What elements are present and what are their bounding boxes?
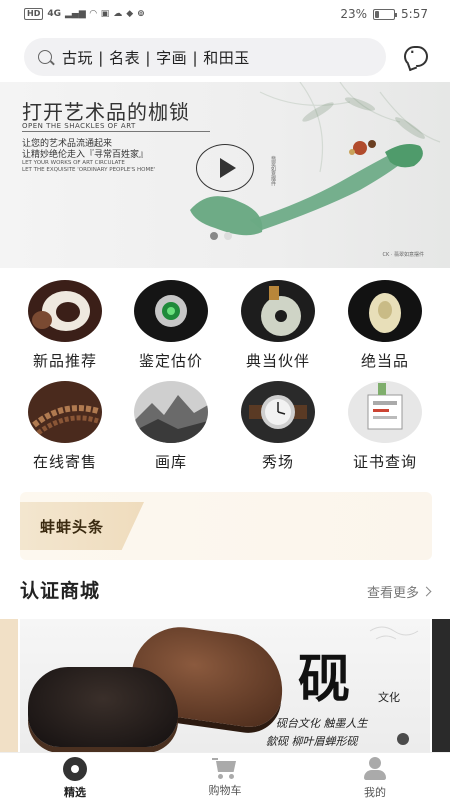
tab-label: 我的	[364, 786, 386, 799]
user-icon	[363, 757, 387, 781]
inkstone-image	[28, 667, 178, 747]
battery-percent: 23%	[340, 7, 368, 21]
category-pawn-partner[interactable]: 典当伙伴	[230, 280, 326, 371]
category-label: 证书查询	[352, 453, 417, 471]
banner-line-en-2: LET THE EXQUISITE 'ORDINARY PEOPLE'S HOM…	[22, 167, 156, 173]
product-banner[interactable]: 砚 文化 砚台文化 触墨人生 歙砚 柳叶眉蝉形砚	[0, 619, 450, 752]
status-left: HD 4G ▂▄▆ ◠ ▣ ☁ ◆ ⊚	[24, 8, 145, 20]
category-label: 鉴定估价	[138, 352, 203, 370]
category-label: 绝当品	[360, 352, 409, 370]
banner-divider	[22, 131, 210, 132]
headline-strip[interactable]: 蚌蚌头条	[20, 492, 432, 560]
home-icon	[63, 757, 87, 781]
category-appraisal[interactable]: 鉴定估价	[123, 280, 219, 371]
category-label: 典当伙伴	[245, 352, 310, 370]
tab-cart[interactable]: 购物车	[150, 753, 300, 800]
category-new-arrivals[interactable]: 新品推荐	[17, 280, 113, 371]
jade-disc-icon	[241, 280, 315, 342]
mall-section-title: 认证商城	[20, 580, 101, 602]
battery-icon	[373, 8, 398, 20]
signal-icon: ▂▄▆	[65, 9, 86, 19]
bracelet-icon	[28, 280, 102, 342]
banner-line-en-1: LET YOUR WORKS OF ART CIRCULATE	[22, 160, 125, 166]
watch-icon	[241, 381, 315, 443]
search-input[interactable]: 古玩 | 名表 | 字画 | 和田玉	[24, 38, 386, 76]
carousel-dot[interactable]	[210, 232, 218, 240]
see-more-link[interactable]: 查看更多	[366, 582, 432, 601]
category-label: 画库	[154, 453, 187, 471]
network-indicator: 4G	[47, 9, 61, 19]
ring-icon	[134, 280, 208, 342]
notification-icon: ▣	[100, 9, 110, 19]
banner-subtitle-en: OPEN THE SHACKLES OF ART	[22, 122, 136, 130]
category-gallery[interactable]: 画库	[123, 381, 219, 472]
category-consignment[interactable]: 在线寄售	[17, 381, 113, 472]
product-slogan-1: 砚台文化 触墨人生	[276, 717, 368, 730]
banner-title: 打开艺术品的枷锁	[22, 100, 190, 124]
settings-icon: ⊚	[137, 9, 145, 19]
clock: 5:57	[401, 7, 428, 21]
banner-caption: CK · 翡翠如意摆件	[382, 252, 424, 258]
message-icon[interactable]	[404, 45, 428, 73]
carousel-dot[interactable]	[224, 232, 232, 240]
tab-profile[interactable]: 我的	[300, 753, 450, 800]
banner-vertical-text: 翡翠如意摆件	[270, 156, 276, 186]
certificate-icon	[348, 381, 422, 443]
category-showroom[interactable]: 秀场	[230, 381, 326, 472]
product-banner-main: 砚 文化 砚台文化 触墨人生 歙砚 柳叶眉蝉形砚	[20, 619, 430, 752]
cloud-icon: ☁	[113, 9, 123, 19]
category-label: 在线寄售	[32, 453, 97, 471]
search-row: 古玩 | 名表 | 字画 | 和田玉	[0, 38, 450, 78]
play-button[interactable]	[196, 144, 254, 192]
prev-card-edge	[0, 619, 18, 752]
category-certificate-lookup[interactable]: 证书查询	[337, 381, 433, 472]
category-forfeited[interactable]: 绝当品	[337, 280, 433, 371]
hd-indicator: HD	[24, 8, 44, 20]
promo-banner[interactable]: 打开艺术品的枷锁 OPEN THE SHACKLES OF ART 让您的艺术品…	[0, 82, 450, 268]
status-bar: HD 4G ▂▄▆ ◠ ▣ ☁ ◆ ⊚ 23% 5:57	[0, 0, 450, 28]
wifi-icon: ◠	[89, 9, 97, 19]
product-sub-char: 文化	[378, 691, 400, 704]
jade-carving-icon	[348, 280, 422, 342]
tab-label: 购物车	[208, 784, 242, 797]
chevron-right-icon	[421, 586, 432, 597]
category-label: 秀场	[261, 453, 294, 471]
shield-icon: ◆	[126, 9, 134, 19]
bottom-tab-bar: 精选 购物车 我的	[0, 752, 450, 800]
landscape-painting-icon	[134, 381, 208, 443]
tab-featured[interactable]: 精选	[0, 753, 150, 800]
status-right: 23% 5:57	[340, 7, 428, 21]
carousel-dots	[210, 232, 232, 240]
see-more-label: 查看更多	[366, 586, 419, 601]
cart-icon	[212, 757, 238, 779]
headline-tag: 蚌蚌头条	[20, 502, 144, 550]
search-icon	[38, 50, 52, 64]
next-card-edge	[432, 619, 450, 752]
banner-line-cn-2: 让精妙绝伦走入『寻常百姓家』	[22, 150, 149, 160]
product-big-char: 砚	[298, 649, 351, 710]
bead-string-icon	[28, 381, 102, 443]
category-label: 新品推荐	[32, 352, 97, 370]
search-placeholder: 古玩 | 名表 | 字画 | 和田玉	[62, 48, 250, 67]
tab-label: 精选	[64, 786, 86, 799]
product-slogan-2: 歙砚 柳叶眉蝉形砚	[266, 735, 358, 748]
